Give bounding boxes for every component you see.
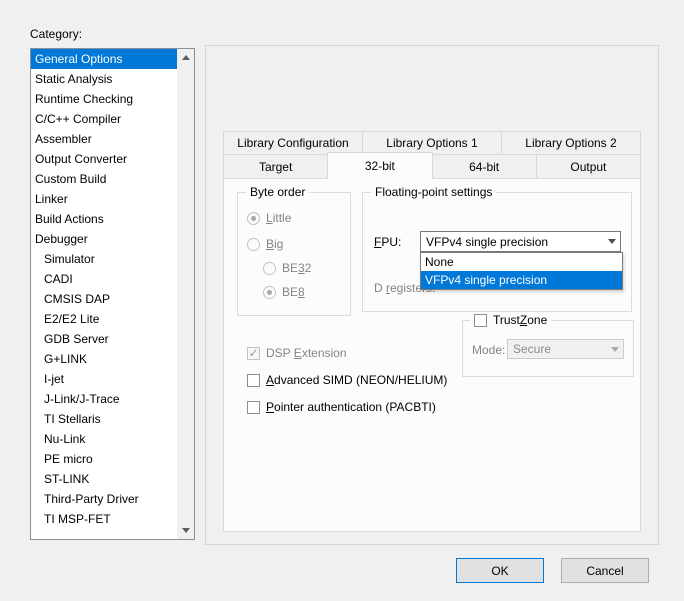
advanced-simd-checkbox[interactable]: Advanced SIMD (NEON/HELIUM) (247, 373, 447, 387)
category-item[interactable]: Assembler (31, 129, 177, 149)
byte-order-group-title: Byte order (246, 185, 309, 199)
category-item[interactable]: G+LINK (31, 349, 177, 369)
tab-target[interactable]: Target (223, 154, 328, 179)
radio-little: Little (247, 211, 291, 225)
scroll-down-icon[interactable] (177, 522, 194, 539)
pointer-auth-label: Pointer authentication (PACBTI) (266, 400, 436, 414)
mode-label: Mode: (472, 343, 505, 357)
radio-button-icon (263, 286, 276, 299)
fpu-label: FPU: (374, 235, 401, 249)
chevron-down-icon (606, 340, 623, 358)
listbox-scrollbar[interactable] (177, 49, 194, 539)
category-item[interactable]: Output Converter (31, 149, 177, 169)
checkbox-icon[interactable] (247, 401, 260, 414)
radio-be32-label: BE32 (282, 261, 311, 275)
radio-button-icon (247, 212, 260, 225)
checkbox-icon (247, 347, 260, 360)
category-item[interactable]: Custom Build (31, 169, 177, 189)
category-label: Category: (30, 27, 82, 41)
fpu-combobox-value: VFPv4 single precision (426, 235, 603, 249)
radio-big-label: Big (266, 237, 283, 251)
tab-row-2: Target 32-bit 64-bit Output (223, 154, 641, 179)
category-item[interactable]: E2/E2 Lite (31, 309, 177, 329)
radio-be8: BE8 (263, 285, 305, 299)
radio-button-icon (247, 238, 260, 251)
checkbox-icon[interactable] (474, 314, 487, 327)
fpu-dropdown-list: None VFPv4 single precision (420, 252, 623, 290)
category-item[interactable]: ST-LINK (31, 469, 177, 489)
tab-output[interactable]: Output (536, 154, 641, 179)
category-item[interactable]: Nu-Link (31, 429, 177, 449)
category-item[interactable]: Linker (31, 189, 177, 209)
advanced-simd-label: Advanced SIMD (NEON/HELIUM) (266, 373, 447, 387)
category-item[interactable]: General Options (31, 49, 177, 69)
mode-combobox: Secure (507, 339, 624, 359)
category-listbox: General Options Static Analysis Runtime … (30, 48, 195, 540)
floating-point-group-title: Floating-point settings (371, 185, 496, 199)
radio-little-label: Little (266, 211, 291, 225)
options-dialog: Category: General Options Static Analysi… (0, 0, 684, 601)
category-item[interactable]: TI MSP-FET (31, 509, 177, 529)
cancel-button[interactable]: Cancel (561, 558, 649, 583)
pointer-auth-checkbox[interactable]: Pointer authentication (PACBTI) (247, 400, 436, 414)
dropdown-option-vfpv4[interactable]: VFPv4 single precision (421, 271, 622, 289)
category-item[interactable]: J-Link/J-Trace (31, 389, 177, 409)
category-item[interactable]: TI Stellaris (31, 409, 177, 429)
chevron-down-icon[interactable] (603, 232, 620, 251)
floating-point-group: Floating-point settings FPU: VFPv4 singl… (362, 192, 632, 312)
radio-big: Big (247, 237, 283, 251)
category-item[interactable]: CADI (31, 269, 177, 289)
radio-button-icon (263, 262, 276, 275)
category-item[interactable]: CMSIS DAP (31, 289, 177, 309)
trustzone-group: Mode: Secure (462, 320, 634, 377)
tab-32-bit[interactable]: 32-bit (327, 152, 432, 179)
radio-be8-label: BE8 (282, 285, 305, 299)
category-item[interactable]: I-jet (31, 369, 177, 389)
category-item[interactable]: Debugger (31, 229, 177, 249)
fpu-combobox[interactable]: VFPv4 single precision (420, 231, 621, 252)
category-item[interactable]: Build Actions (31, 209, 177, 229)
category-item[interactable]: GDB Server (31, 329, 177, 349)
trustzone-checkbox[interactable]: TrustZone (470, 313, 551, 327)
category-item[interactable]: Third-Party Driver (31, 489, 177, 509)
trustzone-label: TrustZone (493, 313, 547, 327)
category-item[interactable]: PE micro (31, 449, 177, 469)
category-item[interactable]: Runtime Checking (31, 89, 177, 109)
radio-be32: BE32 (263, 261, 311, 275)
mode-combobox-value: Secure (513, 342, 606, 356)
byte-order-group: Byte order Little Big BE32 BE8 (237, 192, 351, 316)
ok-button[interactable]: OK (456, 558, 544, 583)
category-item[interactable]: C/C++ Compiler (31, 109, 177, 129)
dropdown-option-none[interactable]: None (421, 253, 622, 271)
dsp-extension-checkbox: DSP Extension (247, 346, 347, 360)
checkbox-icon[interactable] (247, 374, 260, 387)
dsp-extension-label: DSP Extension (266, 346, 347, 360)
category-item[interactable]: Simulator (31, 249, 177, 269)
tab-64-bit[interactable]: 64-bit (432, 154, 537, 179)
category-item[interactable]: Static Analysis (31, 69, 177, 89)
tab-library-options-2[interactable]: Library Options 2 (501, 131, 641, 155)
scroll-up-icon[interactable] (177, 49, 194, 66)
